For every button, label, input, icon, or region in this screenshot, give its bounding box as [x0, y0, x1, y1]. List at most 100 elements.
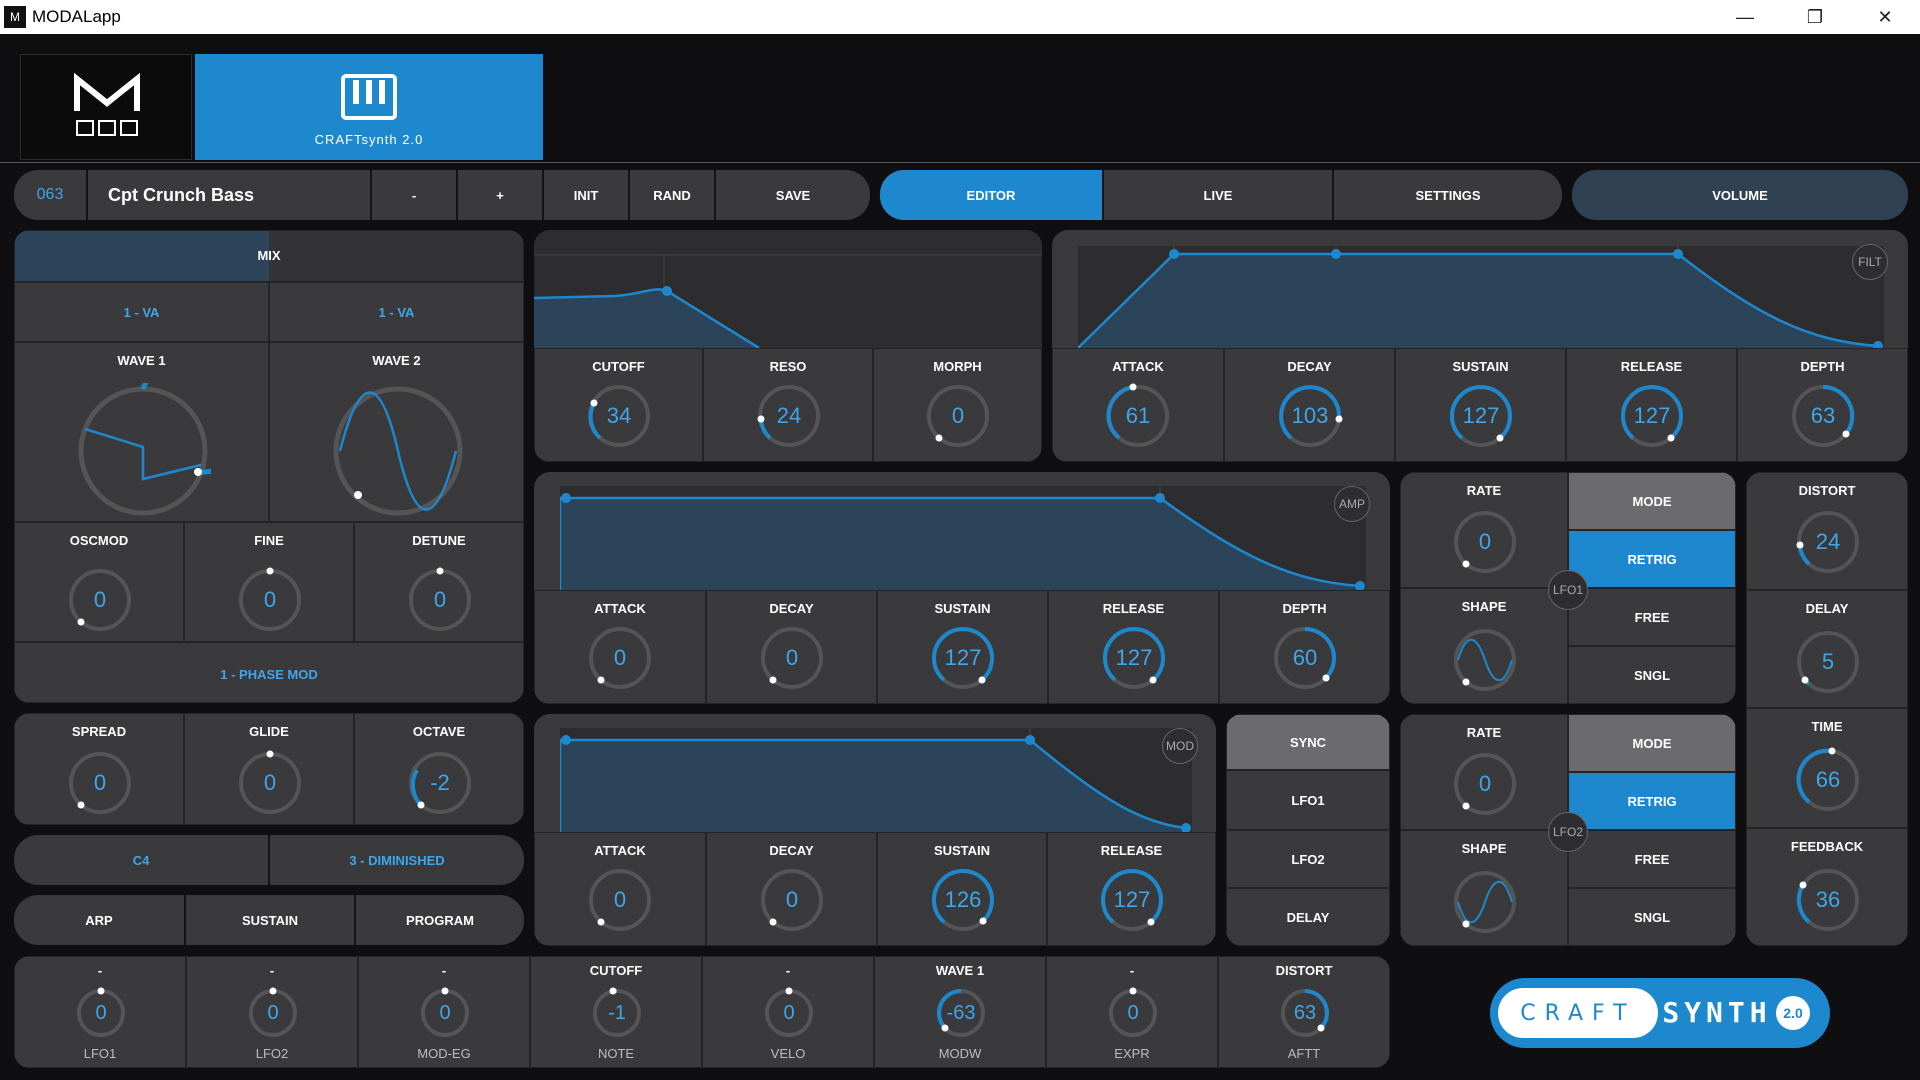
tab-live[interactable]: LIVE: [1102, 170, 1332, 220]
lfo1-rate-cell[interactable]: RATE 0: [1400, 472, 1568, 588]
feedback-cell[interactable]: FEEDBACK 36: [1746, 828, 1908, 946]
distort-cell[interactable]: DISTORT 24: [1746, 472, 1908, 590]
mod-envelope-graph[interactable]: [558, 728, 1192, 833]
octave-cell[interactable]: OCTAVE -2: [354, 713, 524, 825]
lfo1-shape-cell[interactable]: SHAPE: [1400, 588, 1568, 704]
mod-sustain-knob[interactable]: 126: [930, 867, 996, 933]
wave2-cell[interactable]: WAVE 2: [269, 342, 524, 522]
mix-bar[interactable]: MIX: [14, 230, 524, 282]
wave2-knob[interactable]: [330, 383, 466, 519]
matrix-knob[interactable]: 0: [1107, 987, 1159, 1039]
rand-button[interactable]: RAND: [628, 170, 714, 220]
lfo2-free-button[interactable]: FREE: [1568, 830, 1736, 888]
delay-cell[interactable]: DELAY 5: [1746, 590, 1908, 708]
oscmod-cell[interactable]: OSCMOD 0: [14, 522, 184, 642]
amp-release-knob[interactable]: 127: [1101, 625, 1167, 691]
fine-cell[interactable]: FINE 0: [184, 522, 354, 642]
glide-knob[interactable]: 0: [237, 750, 303, 816]
sustain-button[interactable]: SUSTAIN: [184, 895, 354, 945]
sync-lfo1-button[interactable]: LFO1: [1226, 770, 1390, 830]
modal-logo[interactable]: [20, 54, 192, 160]
matrix-slot[interactable]: - 0 MOD-EG: [358, 956, 530, 1068]
tab-editor[interactable]: EDITOR: [880, 170, 1102, 220]
morph-knob[interactable]: 0: [925, 383, 991, 449]
matrix-knob[interactable]: 63: [1279, 987, 1331, 1039]
filt-attack-knob[interactable]: 61: [1105, 383, 1171, 449]
filt-sustain-knob[interactable]: 127: [1448, 383, 1514, 449]
wave1-cell[interactable]: WAVE 1: [14, 342, 269, 522]
lfo2-sngl-button[interactable]: SNGL: [1568, 888, 1736, 946]
amp-attack-cell[interactable]: ATTACK 0: [534, 590, 706, 704]
craftsynth-tab[interactable]: CRAFTsynth 2.0: [195, 54, 543, 160]
matrix-slot[interactable]: WAVE 1 -63 MODW: [874, 956, 1046, 1068]
mod-decay-knob[interactable]: 0: [759, 867, 825, 933]
amp-envelope-graph[interactable]: [558, 486, 1366, 591]
amp-decay-cell[interactable]: DECAY 0: [706, 590, 877, 704]
filter-curve[interactable]: [534, 230, 1042, 350]
lfo1-free-button[interactable]: FREE: [1568, 588, 1736, 646]
amp-sustain-knob[interactable]: 127: [930, 625, 996, 691]
osc-mode-select[interactable]: 1 - PHASE MOD: [14, 642, 524, 703]
lfo1-rate-knob[interactable]: 0: [1452, 509, 1518, 575]
matrix-knob[interactable]: -1: [591, 987, 643, 1039]
spread-cell[interactable]: SPREAD 0: [14, 713, 184, 825]
preset-number[interactable]: 063: [14, 170, 86, 220]
tab-settings[interactable]: SETTINGS: [1332, 170, 1562, 220]
lfo2-shape-knob[interactable]: [1452, 869, 1518, 935]
sync-delay-button[interactable]: DELAY: [1226, 888, 1390, 946]
octave-knob[interactable]: -2: [407, 750, 473, 816]
mod-release-cell[interactable]: RELEASE 127: [1047, 832, 1216, 946]
mod-attack-cell[interactable]: ATTACK 0: [534, 832, 706, 946]
filt-decay-cell[interactable]: DECAY 103: [1224, 348, 1395, 462]
preset-next-button[interactable]: +: [456, 170, 542, 220]
osc2-type-select[interactable]: 1 - VA: [269, 282, 524, 342]
morph-cell[interactable]: MORPH 0: [873, 348, 1042, 462]
delay-knob[interactable]: 5: [1795, 629, 1861, 695]
amp-depth-knob[interactable]: 60: [1272, 625, 1338, 691]
program-button[interactable]: PROGRAM: [354, 895, 524, 945]
lfo2-retrig-button[interactable]: RETRIG: [1568, 772, 1736, 830]
oscmod-knob[interactable]: 0: [67, 567, 133, 633]
matrix-slot[interactable]: - 0 LFO1: [14, 956, 186, 1068]
filt-attack-cell[interactable]: ATTACK 61: [1052, 348, 1224, 462]
root-note-select[interactable]: C4: [14, 835, 268, 885]
lfo2-shape-cell[interactable]: SHAPE: [1400, 830, 1568, 946]
filt-depth-cell[interactable]: DEPTH 63: [1737, 348, 1908, 462]
amp-sustain-cell[interactable]: SUSTAIN 127: [877, 590, 1048, 704]
volume-control[interactable]: VOLUME: [1572, 170, 1908, 220]
matrix-knob[interactable]: -63: [935, 987, 987, 1039]
close-button[interactable]: ✕: [1850, 0, 1920, 34]
minimize-button[interactable]: —: [1710, 0, 1780, 34]
cutoff-knob[interactable]: 34: [586, 383, 652, 449]
matrix-knob[interactable]: 0: [75, 987, 127, 1039]
mod-sustain-cell[interactable]: SUSTAIN 126: [877, 832, 1047, 946]
feedback-knob[interactable]: 36: [1795, 867, 1861, 933]
sync-lfo2-button[interactable]: LFO2: [1226, 830, 1390, 888]
matrix-slot[interactable]: - 0 LFO2: [186, 956, 358, 1068]
reso-cell[interactable]: RESO 24: [703, 348, 873, 462]
glide-cell[interactable]: GLIDE 0: [184, 713, 354, 825]
detune-cell[interactable]: DETUNE 0: [354, 522, 524, 642]
time-knob[interactable]: 66: [1795, 747, 1861, 813]
fine-knob[interactable]: 0: [237, 567, 303, 633]
lfo2-rate-cell[interactable]: RATE 0: [1400, 714, 1568, 830]
filter-envelope-graph[interactable]: [1077, 246, 1884, 351]
amp-release-cell[interactable]: RELEASE 127: [1048, 590, 1219, 704]
spread-knob[interactable]: 0: [67, 750, 133, 816]
matrix-knob[interactable]: 0: [763, 987, 815, 1039]
mod-release-knob[interactable]: 127: [1099, 867, 1165, 933]
arp-button[interactable]: ARP: [14, 895, 184, 945]
matrix-slot[interactable]: - 0 EXPR: [1046, 956, 1218, 1068]
amp-attack-knob[interactable]: 0: [587, 625, 653, 691]
matrix-slot[interactable]: CUTOFF -1 NOTE: [530, 956, 702, 1068]
filt-depth-knob[interactable]: 63: [1790, 383, 1856, 449]
reso-knob[interactable]: 24: [756, 383, 822, 449]
filt-sustain-cell[interactable]: SUSTAIN 127: [1395, 348, 1566, 462]
matrix-knob[interactable]: 0: [247, 987, 299, 1039]
filt-decay-knob[interactable]: 103: [1277, 383, 1343, 449]
lfo1-shape-knob[interactable]: [1452, 627, 1518, 693]
amp-depth-cell[interactable]: DEPTH 60: [1219, 590, 1390, 704]
osc1-type-select[interactable]: 1 - VA: [14, 282, 269, 342]
cutoff-cell[interactable]: CUTOFF 34: [534, 348, 703, 462]
amp-decay-knob[interactable]: 0: [759, 625, 825, 691]
